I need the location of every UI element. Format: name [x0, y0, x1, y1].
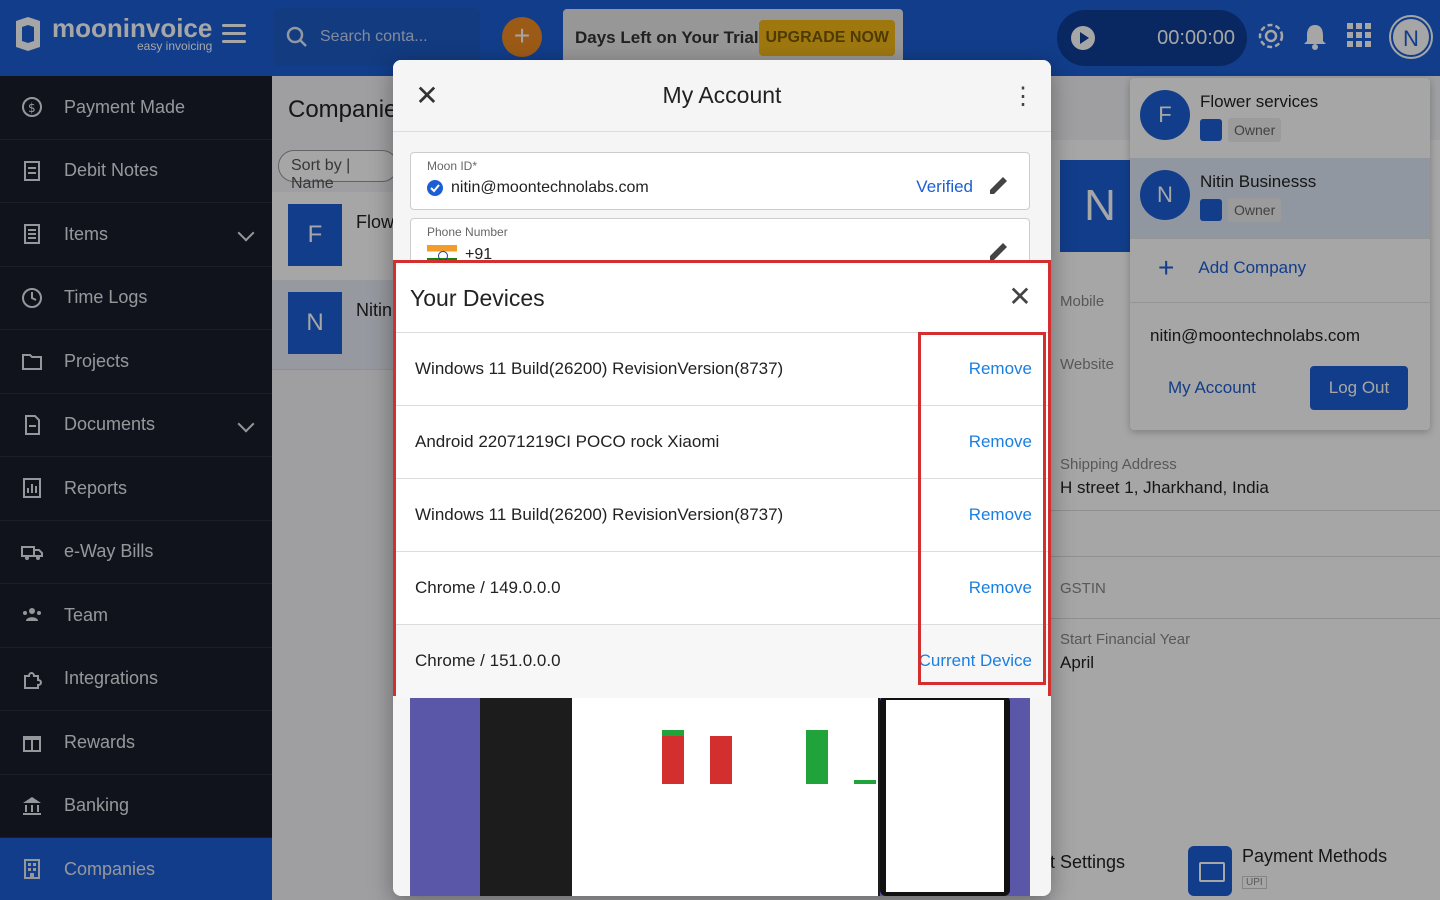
- preview-bar: [662, 736, 684, 784]
- modal-title: My Account: [662, 82, 782, 108]
- device-name: Windows 11 Build(26200) RevisionVersion(…: [415, 359, 784, 378]
- preview-phone-screen: [886, 700, 1004, 892]
- device-name: Android 22071219CI POCO rock Xiaomi: [415, 432, 720, 451]
- more-options-icon[interactable]: ⋮: [1011, 82, 1035, 112]
- close-icon[interactable]: ✕: [1006, 283, 1034, 311]
- preview-bar: [854, 780, 876, 784]
- edit-pencil-icon[interactable]: [987, 173, 1011, 197]
- preview-bar: [710, 736, 732, 784]
- verified-label: Verified: [916, 177, 973, 196]
- dialog-header: Your Devices ✕: [396, 263, 1048, 333]
- device-name: Windows 11 Build(26200) RevisionVersion(…: [415, 505, 784, 524]
- device-name: Chrome / 149.0.0.0: [415, 578, 561, 597]
- preview-bar: [662, 730, 684, 736]
- preview-desktop: [480, 696, 924, 896]
- dialog-title: Your Devices: [410, 285, 545, 311]
- verified-badge-icon: [427, 180, 443, 196]
- phone-label: Phone Number: [427, 225, 508, 239]
- actions-highlight-box: [918, 332, 1046, 685]
- preview-chart-panel: [572, 696, 924, 896]
- moon-id-value: nitin@moontechnolabs.com: [451, 179, 649, 196]
- app-preview-image: [410, 696, 1030, 896]
- modal-header: ✕ My Account ⋮: [393, 60, 1051, 132]
- device-name: Chrome / 151.0.0.0: [415, 651, 561, 670]
- moon-id-value-row: nitin@moontechnolabs.com: [427, 179, 649, 197]
- moon-id-label: Moon ID*: [427, 159, 478, 173]
- moon-id-field: Moon ID* nitin@moontechnolabs.com Verifi…: [410, 152, 1030, 210]
- preview-phone: [880, 696, 1010, 896]
- preview-bar: [806, 730, 828, 784]
